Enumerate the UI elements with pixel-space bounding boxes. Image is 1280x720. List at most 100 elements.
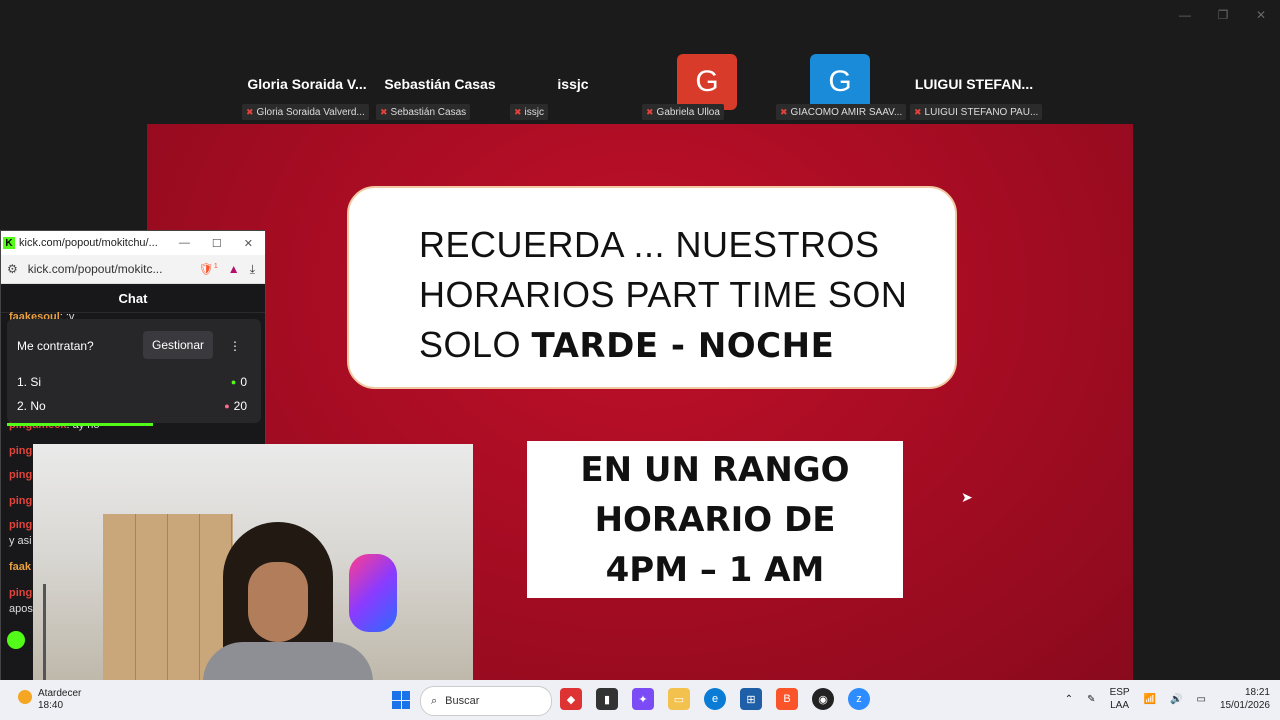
popup-titlebar[interactable]: K kick.com/popout/mokitchu/... — ☐ ✕ (1, 231, 265, 255)
mic-muted-icon: ✖ (914, 106, 922, 117)
avatar: G (810, 54, 870, 110)
participant-strip: Gloria Soraida V... ✖ Gloria Soraida Valv… (0, 52, 1280, 122)
participant-tile[interactable]: G ✖ GIACOMO AMIR SAAV... (776, 52, 907, 122)
taskbar-search[interactable]: ⌕ Buscar (420, 686, 552, 716)
participant-name: LUIGUI STEFAN... (914, 76, 1034, 92)
slide-text: SOLO TARDE - NOCHE (419, 320, 955, 371)
copilot-icon[interactable]: ✦ (632, 688, 654, 710)
participant-tile[interactable]: Gloria Soraida V... ✖ Gloria Soraida Valv… (240, 52, 374, 122)
game-app-icon[interactable]: ◆ (560, 688, 582, 710)
participant-label: ✖ Gloria Soraida Valverd... (242, 104, 369, 120)
store-icon[interactable]: ⊞ (740, 688, 762, 710)
close-icon[interactable]: ✕ (1252, 8, 1270, 22)
chrome-icon[interactable]: ◉ (812, 688, 834, 710)
participant-tile[interactable]: issjc ✖ issjc (510, 52, 608, 122)
lang-code: ESP (1109, 687, 1130, 698)
chat-message: ping (9, 469, 33, 481)
chat-message: y asi (9, 535, 32, 547)
webcam-video (33, 444, 473, 690)
microphone (349, 554, 397, 632)
mic-muted-icon: ✖ (780, 106, 788, 117)
start-button[interactable] (392, 691, 410, 709)
volume-icon[interactable]: 🔊 (1170, 694, 1182, 705)
slide-text: HORARIOS PART TIME SON (419, 274, 908, 315)
popup-title: kick.com/popout/mokitchu/... (19, 237, 158, 249)
participant-tile[interactable]: Sebastián Casas ✖ Sebastián Casas (376, 52, 500, 122)
chat-header: Chat (1, 284, 265, 313)
url-text[interactable]: kick.com/popout/mokitc... (28, 262, 199, 276)
task-view-icon[interactable]: ▮ (596, 688, 618, 710)
maximize-icon[interactable]: ☐ (212, 237, 222, 250)
site-settings-icon[interactable]: ⚙ (7, 262, 18, 276)
taskbar-apps: ◆ ▮ ✦ ▭ e ⊞ B ◉ z (560, 688, 870, 710)
chevron-up-icon[interactable]: ⌃ (1065, 694, 1073, 705)
clock[interactable]: 18:21 15/01/2026 (1220, 686, 1270, 712)
poll-option[interactable]: 1. Si (17, 375, 41, 389)
pen-icon[interactable]: ✎ (1087, 694, 1095, 705)
slide-card-schedule: RECUERDA ... NUESTROS HORARIOS PART TIME… (347, 186, 957, 389)
mic-muted-icon: ✖ (646, 106, 654, 117)
brave-icon[interactable]: B (776, 688, 798, 710)
minimize-icon[interactable]: — (179, 237, 190, 250)
restore-icon[interactable]: ❐ (1214, 8, 1232, 22)
weather-widget[interactable]: Atardecer 18:40 (18, 688, 81, 712)
poll-option-count: ● 0 (231, 375, 247, 389)
mic-muted-icon: ✖ (514, 106, 522, 117)
slide-text: HORARIO DE (594, 499, 836, 540)
slide-text: RECUERDA ... NUESTROS (419, 224, 880, 265)
votes-icon: ● (224, 401, 230, 411)
layout-code: LAA (1110, 700, 1130, 711)
participant-tile[interactable]: G ✖ Gabriela Ulloa (642, 52, 754, 122)
participant-label-text: issjc (524, 106, 544, 118)
poll-option-count: ● 20 (224, 399, 247, 413)
taskbar: Atardecer 18:40 ⌕ Buscar ◆ ▮ ✦ ▭ e ⊞ B ◉… (0, 680, 1280, 720)
participant-name: Gloria Soraida V... (247, 76, 367, 92)
participant-name: Sebastián Casas (384, 76, 496, 92)
slide-text-bold: TARDE - NOCHE (531, 326, 835, 366)
vote-count: 20 (233, 399, 247, 413)
chat-message: ping (9, 445, 33, 457)
poll-question: Me contratan? (17, 339, 94, 353)
slide-text: EN UN RANGO (580, 449, 850, 490)
battery-icon[interactable]: ▭ (1196, 694, 1205, 705)
date: 15/01/2026 (1219, 700, 1270, 711)
participant-label: ✖ Sebastián Casas (376, 104, 471, 120)
mouse-cursor-icon: ➤ (961, 489, 973, 505)
avatar: G (677, 54, 737, 110)
participant-label: ✖ Gabriela Ulloa (642, 104, 724, 120)
close-icon[interactable]: ✕ (244, 237, 253, 250)
manage-poll-button[interactable]: Gestionar (143, 331, 213, 359)
mic-muted-icon: ✖ (380, 106, 388, 117)
kick-logo-icon: K (3, 237, 15, 249)
poll-option[interactable]: 2. No (17, 399, 46, 413)
edge-icon[interactable]: e (704, 688, 726, 710)
weather-time: 18:40 (38, 700, 64, 711)
brave-shield-icon[interactable]: 🛡1 (199, 262, 218, 276)
more-options-icon[interactable]: ⋮ (229, 339, 241, 353)
participant-label-text: Gabriela Ulloa (656, 106, 720, 118)
votes-icon: ● (230, 377, 237, 387)
chat-message: ping (9, 587, 33, 599)
wifi-icon[interactable]: 📶 (1144, 694, 1156, 705)
participant-label-text: GIACOMO AMIR SAAV... (790, 106, 903, 118)
address-bar[interactable]: ⚙ kick.com/popout/mokitc... 🛡1 ▲ ⤓ (1, 255, 265, 284)
download-icon[interactable]: ⤓ (250, 262, 255, 277)
emote-icon[interactable] (7, 631, 25, 649)
slide-text-normal: SOLO (419, 324, 532, 365)
zoom-icon[interactable]: z (848, 688, 870, 710)
file-explorer-icon[interactable]: ▭ (668, 688, 690, 710)
participant-label: ✖ LUIGUI STEFANO PAU... (910, 104, 1043, 120)
chat-message: faak (9, 561, 32, 573)
participant-label-text: Gloria Soraida Valverd... (256, 106, 365, 118)
participant-label: ✖ issjc (510, 104, 548, 120)
system-tray: ⌃ ✎ ESP LAA 📶 🔊 ▭ 18:21 15/01/2026 (1065, 686, 1270, 712)
slide-text: 4PM – 1 AM (605, 549, 825, 590)
participant-tile[interactable]: LUIGUI STEFAN... ✖ LUIGUI STEFANO PAU... (908, 52, 1043, 122)
input-language[interactable]: ESP LAA (1110, 686, 1130, 712)
poll-timer-bar (7, 423, 153, 426)
clothes-rack (43, 584, 106, 684)
minimize-icon[interactable]: — (1176, 8, 1194, 22)
rewards-icon[interactable]: ▲ (228, 262, 240, 276)
participant-name: issjc (557, 76, 589, 92)
time: 18:21 (1244, 687, 1270, 698)
